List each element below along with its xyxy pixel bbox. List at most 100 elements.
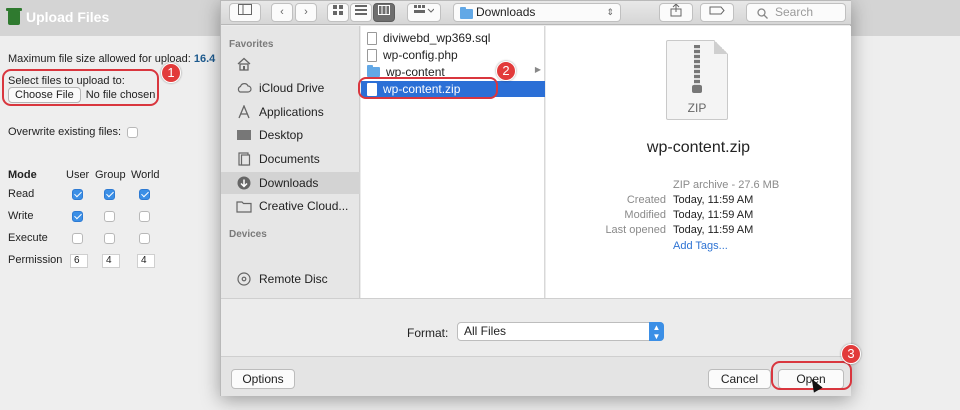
sidebar-item-applications[interactable]: Applications xyxy=(221,101,360,123)
permission-group-input[interactable]: 4 xyxy=(102,254,120,268)
preview-key: Created xyxy=(626,194,666,206)
chevron-left-icon: ‹ xyxy=(280,6,284,18)
trash-icon xyxy=(6,7,22,25)
search-input[interactable]: Search xyxy=(746,3,846,22)
dialog-sidebar: Favorites iCloud Drive Applications Desk… xyxy=(221,26,360,298)
share-button[interactable] xyxy=(659,3,693,22)
zip-icon-label: ZIP xyxy=(687,101,707,115)
write-user-checkbox[interactable] xyxy=(72,211,83,222)
sidebar-item-label: Remote Disc xyxy=(259,272,328,286)
max-size-value: 16.4 xyxy=(193,53,216,65)
preview-created-row: Created Today, 11:59 AM xyxy=(546,194,851,208)
devices-heading: Devices xyxy=(229,229,267,240)
perm-header-user: User xyxy=(66,169,90,181)
preview-key: Modified xyxy=(624,209,666,221)
sidebar-item-icloud-drive[interactable]: iCloud Drive xyxy=(221,77,360,99)
zipper-graphic xyxy=(694,45,700,87)
annotation-badge-3: 3 xyxy=(841,344,861,364)
permission-world-input[interactable]: 4 xyxy=(137,254,155,268)
back-button[interactable]: ‹ xyxy=(271,3,293,22)
icon-view-button[interactable] xyxy=(327,3,349,22)
permission-user-input[interactable]: 6 xyxy=(70,254,88,268)
list-icon xyxy=(355,5,367,15)
disc-icon xyxy=(237,272,251,286)
add-tags-link[interactable]: Add Tags... xyxy=(673,240,728,252)
share-icon xyxy=(670,3,682,17)
columns-icon xyxy=(378,5,390,15)
sidebar-item-documents[interactable]: Documents xyxy=(221,148,360,170)
max-size-label: Maximum file size allowed for upload: xyxy=(8,53,191,65)
sidebar-item-label: Desktop xyxy=(259,128,304,142)
sidebar-toggle-button[interactable] xyxy=(229,3,261,22)
updown-arrows-icon: ⇕ xyxy=(606,7,614,17)
tags-button[interactable] xyxy=(700,3,734,22)
search-placeholder: Search xyxy=(775,5,814,19)
preview-file-name: wp-content.zip xyxy=(646,139,751,156)
page-title: Upload Files xyxy=(6,7,110,25)
file-item-wp-config[interactable]: wp-config.php xyxy=(361,47,545,63)
sidebar-item-label: Applications xyxy=(259,105,324,119)
sidebar-item-desktop[interactable]: Desktop xyxy=(221,124,360,146)
sidebar-item-remote-disc[interactable]: Remote Disc xyxy=(221,268,360,290)
preview-kind: ZIP archive - 27.6 MB xyxy=(673,179,780,191)
chevron-right-icon: ▶ xyxy=(534,65,541,74)
cloud-icon xyxy=(237,83,252,93)
max-size-info: Maximum file size allowed for upload: 16… xyxy=(8,53,215,65)
file-name: wp-config.php xyxy=(383,48,458,62)
execute-group-checkbox[interactable] xyxy=(104,233,115,244)
file-item-diviwebd-sql[interactable]: diviwebd_wp369.sql xyxy=(361,30,545,46)
sidebar-item-label: Documents xyxy=(259,152,320,166)
forward-button[interactable]: › xyxy=(295,3,317,22)
sidebar-item-creative-cloud[interactable]: Creative Cloud... xyxy=(221,195,360,217)
sidebar-item-downloads[interactable]: Downloads xyxy=(221,172,360,194)
write-group-checkbox[interactable] xyxy=(104,211,115,222)
preview-last-opened-row: Last opened Today, 11:59 AM xyxy=(546,224,851,238)
overwrite-label: Overwrite existing files: xyxy=(8,126,122,138)
execute-user-checkbox[interactable] xyxy=(72,233,83,244)
options-button[interactable]: Options xyxy=(231,369,295,389)
arrange-button[interactable] xyxy=(407,3,441,22)
execute-world-checkbox[interactable] xyxy=(139,233,150,244)
overwrite-checkbox[interactable] xyxy=(127,126,139,138)
downloads-icon xyxy=(237,176,251,190)
format-bar: Format: All Files ▲ ▼ xyxy=(221,298,851,356)
desktop-icon xyxy=(237,130,251,140)
format-value: All Files xyxy=(464,324,507,338)
annotation-badge-2: 2 xyxy=(496,61,516,81)
perm-row-label: Read xyxy=(8,188,35,200)
page-title-text: Upload Files xyxy=(26,9,110,25)
sidebar-icon xyxy=(238,4,252,15)
read-world-checkbox[interactable] xyxy=(139,189,150,200)
list-view-button[interactable] xyxy=(350,3,372,22)
preview-value: Today, 11:59 AM xyxy=(673,194,754,206)
document-icon xyxy=(367,31,377,45)
annotation-outline-1 xyxy=(2,69,159,106)
sidebar-item-label: Creative Cloud... xyxy=(259,199,349,213)
format-label: Format: xyxy=(407,326,449,340)
write-world-checkbox[interactable] xyxy=(139,211,150,222)
arrange-icon xyxy=(414,5,435,13)
preview-modified-row: Modified Today, 11:59 AM xyxy=(546,209,851,223)
read-user-checkbox[interactable] xyxy=(72,189,83,200)
preview-pane: ZIP wp-content.zip ZIP archive - 27.6 MB… xyxy=(546,26,851,298)
file-name: diviwebd_wp369.sql xyxy=(383,31,491,45)
document-icon xyxy=(367,48,377,62)
home-icon xyxy=(237,57,251,71)
sidebar-item-label: Downloads xyxy=(259,176,319,190)
folder-icon xyxy=(367,65,380,77)
perm-header-world: World xyxy=(131,169,160,181)
folder-icon xyxy=(236,201,252,213)
zip-file-icon: ZIP xyxy=(666,40,728,120)
column-view-button[interactable] xyxy=(373,3,395,22)
zipper-tab-graphic xyxy=(692,85,702,93)
format-select[interactable]: All Files ▲ ▼ xyxy=(457,322,664,341)
perm-row-label: Write xyxy=(8,210,34,222)
cancel-button[interactable]: Cancel xyxy=(708,369,771,389)
perm-header-mode: Mode xyxy=(8,169,37,181)
read-group-checkbox[interactable] xyxy=(104,189,115,200)
applications-icon xyxy=(238,105,250,119)
updown-arrows-icon: ▲ ▼ xyxy=(649,322,664,341)
path-dropdown[interactable]: Downloads ⇕ xyxy=(453,3,621,22)
preview-value: Today, 11:59 AM xyxy=(673,224,754,236)
sidebar-item-home[interactable] xyxy=(221,53,360,75)
